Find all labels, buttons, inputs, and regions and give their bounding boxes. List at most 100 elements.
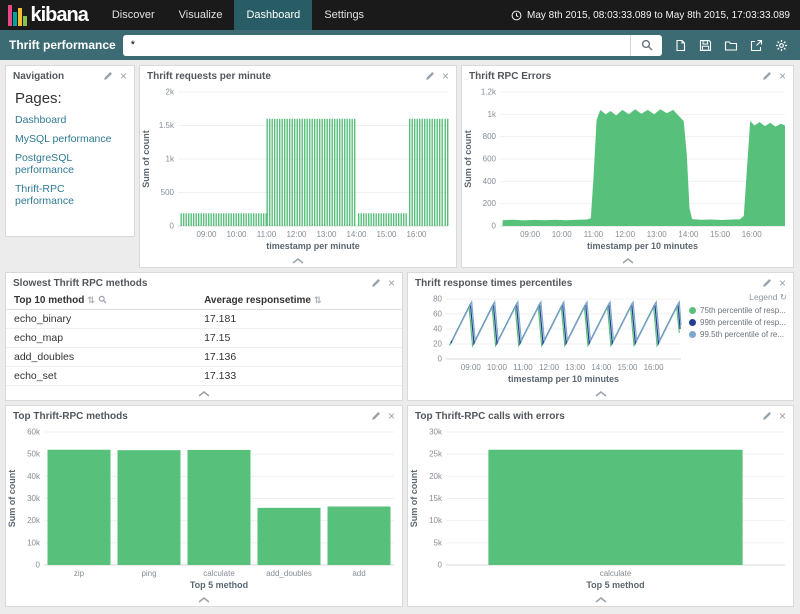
panel-collapse-button[interactable] <box>140 256 456 267</box>
svg-text:Sum of count: Sum of count <box>463 130 473 188</box>
svg-text:timestamp per 10 minutes: timestamp per 10 minutes <box>508 374 619 384</box>
panel-edit-button[interactable] <box>762 278 772 288</box>
panel-edit-button[interactable] <box>762 71 772 81</box>
svg-text:400: 400 <box>483 177 497 186</box>
svg-text:15k: 15k <box>429 494 443 503</box>
panel-title: Top Thrift-RPC methods <box>13 411 364 422</box>
panel-edit-button[interactable] <box>762 411 772 421</box>
search-button[interactable] <box>630 35 662 56</box>
panel-title: Slowest Thrift RPC methods <box>13 278 364 289</box>
new-dashboard-button[interactable] <box>674 39 687 52</box>
panel-header: Navigation × <box>6 66 134 84</box>
legend-toggle[interactable]: Legend ↻ <box>689 292 787 303</box>
dashboard-title: Thrift performance <box>7 38 116 52</box>
new-document-icon <box>674 39 687 52</box>
nav-tab-dashboard[interactable]: Dashboard <box>234 0 312 30</box>
save-dashboard-button[interactable] <box>699 39 712 52</box>
panel-remove-button[interactable]: × <box>120 70 127 82</box>
svg-text:add_doubles: add_doubles <box>266 569 312 578</box>
chart-body: 02040608009:0010:0011:0012:0013:0014:001… <box>408 291 793 389</box>
time-range-picker[interactable]: May 8th 2015, 08:03:33.089 to May 8th 20… <box>501 0 800 30</box>
panel-remove-button[interactable]: × <box>442 70 449 82</box>
panel-title: Top Thrift-RPC calls with errors <box>415 411 755 422</box>
column-search-icon[interactable] <box>98 295 107 304</box>
panel-header: Top Thrift-RPC calls with errors × <box>408 406 793 424</box>
column-label: Average responsetime <box>204 295 311 306</box>
panel-rpc-errors: Thrift RPC Errors × 02004006008001k1.2k0… <box>461 65 794 268</box>
svg-text:10:00: 10:00 <box>487 363 508 372</box>
column-label: Top 10 method <box>14 295 84 306</box>
table-body: Top 10 method⇅ Average responsetime⇅ ech… <box>6 291 402 389</box>
pencil-icon <box>103 71 113 81</box>
panel-remove-button[interactable]: × <box>388 277 395 289</box>
svg-text:09:00: 09:00 <box>196 230 217 239</box>
pencil-icon <box>762 411 772 421</box>
svg-text:calculate: calculate <box>600 569 632 578</box>
open-folder-icon <box>724 39 738 52</box>
options-button[interactable] <box>775 39 788 52</box>
panel-remove-button[interactable]: × <box>779 277 786 289</box>
svg-text:1.5k: 1.5k <box>159 121 175 130</box>
svg-text:1k: 1k <box>488 110 497 119</box>
panel-collapse-button[interactable] <box>408 595 793 606</box>
legend-label: 99th percentile of resp... <box>700 318 786 327</box>
nav-tab-settings[interactable]: Settings <box>312 0 376 30</box>
panel-remove-button[interactable]: × <box>779 70 786 82</box>
panel-header: Thrift requests per minute × <box>140 66 456 84</box>
svg-text:13:00: 13:00 <box>565 363 586 372</box>
share-icon <box>750 39 763 52</box>
panel-collapse-button[interactable] <box>462 256 793 267</box>
panel-remove-button[interactable]: × <box>779 410 786 422</box>
svg-text:14:00: 14:00 <box>591 363 612 372</box>
nav-link-mysql[interactable]: MySQL performance <box>15 133 125 145</box>
chevron-up-icon <box>621 258 635 264</box>
kibana-logo-icon <box>8 5 27 26</box>
svg-text:zip: zip <box>74 569 85 578</box>
panel-remove-button[interactable]: × <box>388 410 395 422</box>
panel-collapse-button[interactable] <box>6 595 402 606</box>
svg-text:20k: 20k <box>429 472 443 481</box>
svg-text:10k: 10k <box>27 538 41 547</box>
chart-legend: Legend ↻ 75th percentile of resp... 99th… <box>689 291 793 389</box>
panel-edit-button[interactable] <box>103 71 113 81</box>
nav-link-postgresql[interactable]: PostgreSQL performance <box>15 152 125 176</box>
panel-navigation: Navigation × Pages: Dashboard MySQL perf… <box>5 65 135 237</box>
nav-link-thrift-rpc[interactable]: Thrift-RPC performance <box>15 183 125 207</box>
kibana-logo[interactable]: kibana <box>0 0 100 30</box>
load-dashboard-button[interactable] <box>724 39 738 52</box>
column-header-method[interactable]: Top 10 method⇅ <box>6 291 196 310</box>
svg-text:09:00: 09:00 <box>461 363 482 372</box>
legend-item[interactable]: 99th percentile of resp... <box>689 318 787 327</box>
svg-text:12:00: 12:00 <box>539 363 560 372</box>
panel-edit-button[interactable] <box>371 278 381 288</box>
table-row: echo_binary 17.181 <box>6 310 402 329</box>
legend-refresh-icon: ↻ <box>780 292 787 302</box>
svg-text:11:00: 11:00 <box>257 230 277 239</box>
legend-item[interactable]: 99.5th percentile of re... <box>689 330 787 339</box>
column-header-responsetime[interactable]: Average responsetime⇅ <box>196 291 402 310</box>
svg-text:12:00: 12:00 <box>615 230 636 239</box>
legend-item[interactable]: 75th percentile of resp... <box>689 306 787 315</box>
responsetime-cell: 17.15 <box>196 329 402 348</box>
panel-edit-button[interactable] <box>425 71 435 81</box>
panel-collapse-button[interactable] <box>6 389 402 400</box>
svg-text:1.2k: 1.2k <box>481 88 497 97</box>
svg-text:10:00: 10:00 <box>552 230 573 239</box>
panel-top-errors: Top Thrift-RPC calls with errors × 05k10… <box>407 405 794 607</box>
svg-text:1k: 1k <box>166 155 175 164</box>
nav-link-dashboard[interactable]: Dashboard <box>15 114 125 126</box>
nav-tab-visualize[interactable]: Visualize <box>167 0 235 30</box>
query-input[interactable] <box>123 35 630 56</box>
svg-text:13:00: 13:00 <box>647 230 668 239</box>
svg-text:14:00: 14:00 <box>346 230 367 239</box>
nav-tab-discover[interactable]: Discover <box>100 0 167 30</box>
share-dashboard-button[interactable] <box>750 39 763 52</box>
svg-text:30k: 30k <box>27 494 41 503</box>
svg-text:40: 40 <box>433 325 442 334</box>
panel-header: Thrift RPC Errors × <box>462 66 793 84</box>
panel-collapse-button[interactable] <box>408 389 793 400</box>
chart-body: 010k20k30k40k50k60kzippingcalculateadd_d… <box>6 424 402 595</box>
svg-text:15:00: 15:00 <box>710 230 731 239</box>
legend-title: Legend <box>749 292 777 302</box>
panel-edit-button[interactable] <box>371 411 381 421</box>
